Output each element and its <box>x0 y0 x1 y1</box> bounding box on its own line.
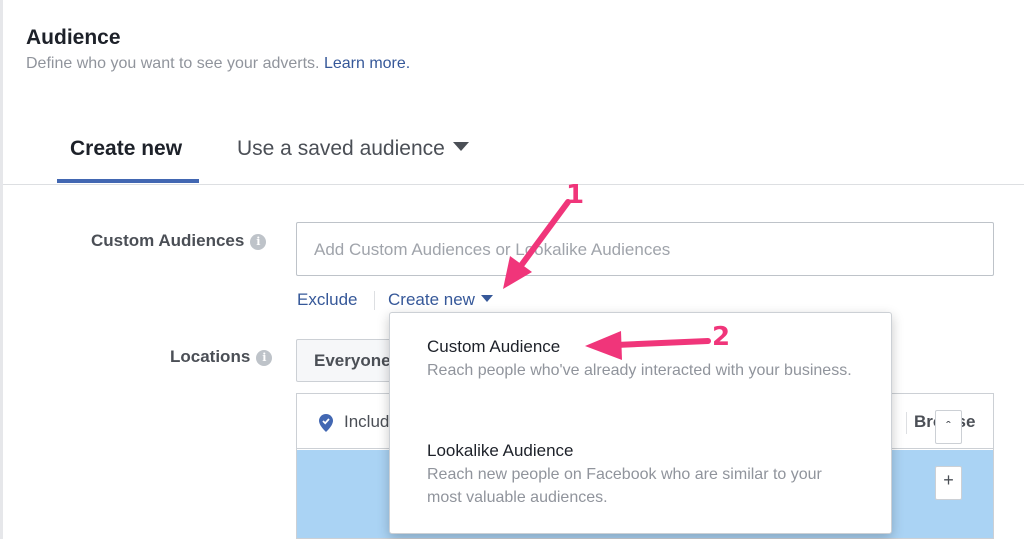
subtitle-text: Define who you want to see your adverts. <box>26 55 320 72</box>
location-pin-icon <box>319 414 333 432</box>
locations-select-value: Everyone <box>314 351 391 370</box>
locations-label-text: Locations <box>170 347 251 366</box>
annotation-step-1: 1 <box>566 180 585 210</box>
caret-down-icon <box>452 141 469 151</box>
tab-use-saved-audience[interactable]: Use a saved audience <box>237 137 469 161</box>
create-new-dropdown-button[interactable]: Create new <box>388 290 493 310</box>
annotation-step-2: 2 <box>712 322 731 352</box>
custom-audiences-label: Custom Audiences i <box>91 231 267 251</box>
menu-item-description: Reach people who've already interacted w… <box>427 362 852 379</box>
exclude-link[interactable]: Exclude <box>297 290 357 310</box>
create-new-label: Create new <box>388 290 475 309</box>
custom-audiences-placeholder: Add Custom Audiences or Lookalike Audien… <box>314 240 671 259</box>
menu-item-title: Lookalike Audience <box>427 441 574 460</box>
locations-label: Locations i <box>170 347 273 367</box>
menu-item-lookalike-audience[interactable]: Lookalike Audience Reach new people on F… <box>390 417 891 533</box>
tab-create-new[interactable]: Create new <box>70 137 182 161</box>
page-frame-edge <box>0 0 3 539</box>
custom-audiences-label-text: Custom Audiences <box>91 231 245 250</box>
learn-more-link[interactable]: Learn more. <box>324 55 410 72</box>
map-zoom-in-button[interactable]: + <box>935 466 962 500</box>
custom-audiences-input[interactable]: Add Custom Audiences or Lookalike Audien… <box>296 222 994 276</box>
menu-item-custom-audience[interactable]: Custom Audience Reach people who've alre… <box>390 313 891 417</box>
create-new-dropdown-menu: Custom Audience Reach people who've alre… <box>389 312 892 534</box>
info-icon[interactable]: i <box>256 350 273 366</box>
info-icon[interactable]: i <box>250 234 267 250</box>
menu-item-description: Reach new people on Facebook who are sim… <box>427 466 822 506</box>
section-subtitle: Define who you want to see your adverts.… <box>26 55 410 73</box>
link-separator <box>374 291 375 310</box>
menu-item-title: Custom Audience <box>427 337 561 356</box>
caret-down-icon <box>480 295 493 303</box>
tabs-divider <box>3 184 1024 185</box>
map-scroll-up-button[interactable]: ˆ <box>935 410 962 444</box>
section-title: Audience <box>26 26 121 49</box>
active-tab-indicator <box>57 179 199 183</box>
browse-separator <box>906 412 907 434</box>
tab-saved-label: Use a saved audience <box>237 137 445 160</box>
